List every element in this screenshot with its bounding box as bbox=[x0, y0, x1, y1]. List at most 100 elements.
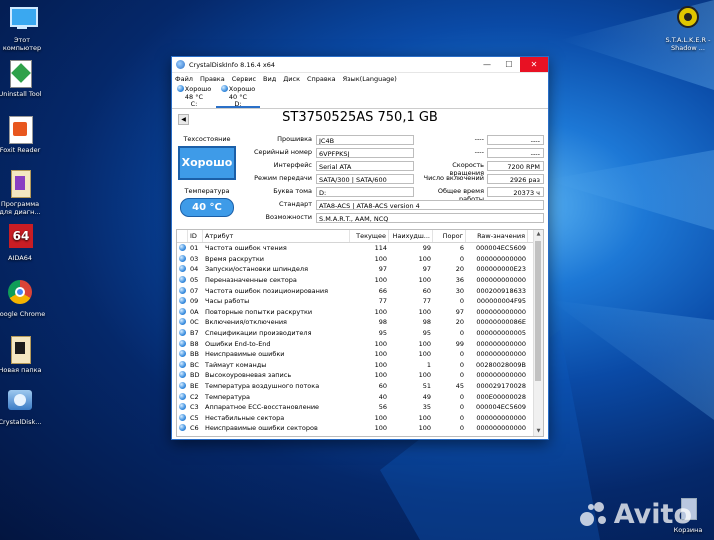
desktop-icon-label: AIDA64 bbox=[8, 254, 32, 262]
attr-worst: 51 bbox=[422, 382, 431, 391]
table-row[interactable]: 09 Часы работы 77 77 0 000000004F95 bbox=[177, 296, 543, 307]
attr-worst: 97 bbox=[422, 265, 431, 274]
status-panel: Техсостояние Хорошо Температура 40 °C bbox=[176, 135, 238, 217]
attr-threshold: 0 bbox=[459, 392, 464, 401]
header-worst[interactable]: Наихудш... bbox=[389, 230, 433, 242]
attr-worst: 49 bbox=[422, 392, 431, 401]
attr-current: 100 bbox=[374, 339, 387, 348]
attr-id: BB bbox=[190, 350, 199, 359]
table-row[interactable]: 01 Частота ошибок чтения 114 99 6 000004EC560… bbox=[177, 243, 543, 254]
table-row[interactable]: B8 Ошибки End-to-End 100 100 99 000000000000 bbox=[177, 338, 543, 349]
desktop-icon-foxit-reader[interactable]: Foxit Reader bbox=[0, 114, 46, 154]
standard-value: ATA8-ACS | ATA8-ACS version 4 bbox=[316, 200, 544, 210]
disk-letter: C: bbox=[190, 100, 198, 108]
attr-raw: 000000000000 bbox=[476, 413, 526, 422]
table-row[interactable]: BB Неисправимые ошибки 100 100 0 000000000000 bbox=[177, 349, 543, 360]
desktop-icon-diag-programs[interactable]: Программа для диагн... bbox=[0, 168, 46, 216]
table-scrollbar[interactable]: ▲ ▼ bbox=[533, 230, 543, 436]
attr-threshold: 0 bbox=[459, 371, 464, 380]
status-dot-cell bbox=[177, 424, 188, 432]
attr-worst: 1 bbox=[426, 360, 431, 369]
chrome-icon bbox=[5, 278, 35, 308]
attr-raw: 000029170028 bbox=[476, 382, 526, 391]
header-threshold[interactable]: Порог bbox=[433, 230, 466, 242]
disk-tab-c[interactable]: Хорошо 48 °C C: bbox=[172, 84, 216, 108]
disk-status: Хорошо bbox=[184, 85, 212, 93]
desktop-icon-aida64[interactable]: 64 AIDA64 bbox=[0, 222, 46, 262]
menu-file[interactable]: Файл bbox=[175, 75, 193, 83]
attr-worst: 100 bbox=[418, 413, 431, 422]
serial-value: 6VPFPKSJ bbox=[316, 148, 414, 158]
scrollbar-thumb[interactable] bbox=[535, 241, 541, 381]
status-dot-cell bbox=[177, 265, 188, 273]
menu-language[interactable]: Язык(Language) bbox=[343, 75, 397, 83]
menu-disk[interactable]: Диск bbox=[283, 75, 300, 83]
desktop-icon-label: Этот компьютер bbox=[2, 36, 42, 52]
attr-id: 01 bbox=[190, 244, 199, 253]
attr-raw: 000E00000028 bbox=[476, 392, 526, 401]
scroll-up-icon[interactable]: ▲ bbox=[534, 230, 543, 239]
attr-threshold: 0 bbox=[459, 424, 464, 433]
table-row[interactable]: 03 Время раскрутки 100 100 0 000000000000 bbox=[177, 254, 543, 265]
attr-threshold: 36 bbox=[455, 276, 464, 285]
desktop-icon-stalker[interactable]: S.T.A.L.K.E.R - Shadow ... bbox=[662, 4, 714, 52]
disk-tab-d[interactable]: Хорошо 40 °C D: bbox=[216, 84, 260, 108]
computer-icon bbox=[7, 4, 38, 34]
scroll-down-icon[interactable]: ▼ bbox=[534, 427, 543, 436]
volume-label: Буква тома bbox=[273, 187, 312, 195]
desktop-icon-new-folder[interactable]: Новая папка bbox=[0, 334, 46, 374]
table-row[interactable]: C5 Нестабильные сектора 100 100 0 00000000000… bbox=[177, 413, 543, 424]
attr-id: BD bbox=[190, 371, 200, 380]
attr-current: 97 bbox=[378, 265, 387, 274]
health-status-button[interactable]: Хорошо bbox=[178, 146, 236, 180]
power-count-label: Число включений bbox=[423, 174, 484, 182]
desktop-icon-uninstall-tool[interactable]: Uninstall Tool bbox=[0, 58, 46, 98]
desktop-icon-crystaldisk[interactable]: CrystalDisk... bbox=[0, 386, 46, 426]
interface-label: Интерфейс bbox=[273, 161, 312, 169]
attr-current: 60 bbox=[378, 382, 387, 391]
table-row[interactable]: 04 Запуски/остановки шпинделя 97 97 20 000000… bbox=[177, 264, 543, 275]
attr-worst: 100 bbox=[418, 339, 431, 348]
close-button[interactable]: ✕ bbox=[520, 57, 548, 72]
table-row[interactable]: 0C Включения/отключения 98 98 20 00000000086E bbox=[177, 317, 543, 328]
status-dot-cell bbox=[177, 403, 188, 411]
desktop-icon-google-chrome[interactable]: Google Chrome bbox=[0, 278, 46, 318]
minimize-button[interactable]: — bbox=[476, 57, 498, 72]
table-row[interactable]: 07 Частота ошибок позиционирования 66 60 30 0… bbox=[177, 285, 543, 296]
attr-worst: 100 bbox=[418, 307, 431, 316]
status-dot-icon bbox=[179, 403, 186, 411]
status-dot-cell bbox=[177, 413, 188, 422]
table-row[interactable]: BE Температура воздушного потока 60 51 45 000… bbox=[177, 381, 543, 392]
attr-current: 100 bbox=[374, 371, 387, 380]
attr-id: 04 bbox=[190, 265, 199, 274]
reserved-value-1: ---- bbox=[487, 135, 544, 145]
header-raw[interactable]: Raw-значения bbox=[466, 230, 528, 242]
attr-threshold: 20 bbox=[455, 265, 464, 274]
menu-edit[interactable]: Правка bbox=[200, 75, 225, 83]
header-current[interactable]: Текущее bbox=[350, 230, 389, 242]
interface-value: Serial ATA bbox=[316, 161, 414, 171]
desktop-icon-this-pc[interactable]: Этот компьютер bbox=[0, 4, 48, 52]
table-row[interactable]: 0A Повторные попытки раскрутки 100 100 97 000… bbox=[177, 307, 543, 318]
attr-raw: 000004EC5609 bbox=[475, 244, 526, 253]
title-bar[interactable]: CrystalDiskInfo 8.16.4 x64 — ☐ ✕ bbox=[172, 57, 548, 73]
table-row[interactable]: C6 Неисправимые ошибки секторов 100 100 0 000… bbox=[177, 423, 543, 434]
header-attribute[interactable]: Атрибут bbox=[203, 230, 350, 242]
status-dot-icon bbox=[179, 297, 186, 305]
attr-current: 66 bbox=[378, 286, 387, 295]
menu-help[interactable]: Справка bbox=[307, 75, 336, 83]
attr-name: Частота ошибок чтения bbox=[205, 244, 287, 253]
maximize-button[interactable]: ☐ bbox=[498, 57, 520, 72]
header-id[interactable]: ID bbox=[188, 230, 203, 242]
table-row[interactable]: BD Высокоуровневая запись 100 100 0 000000000… bbox=[177, 370, 543, 381]
menu-service[interactable]: Сервис bbox=[232, 75, 256, 83]
table-row[interactable]: C3 Аппаратное ECC-восстановление 56 35 0 0000… bbox=[177, 402, 543, 413]
desktop-icon-label: Foxit Reader bbox=[0, 146, 41, 154]
table-row[interactable]: B7 Спецификации производителя 95 95 0 0000000… bbox=[177, 328, 543, 339]
temperature-label: Температура bbox=[184, 187, 230, 195]
attr-raw: 000000000000 bbox=[476, 424, 526, 433]
table-row[interactable]: C2 Температура 40 49 0 000E00000028 bbox=[177, 391, 543, 402]
table-row[interactable]: 05 Переназначенные сектора 100 100 36 0000000… bbox=[177, 275, 543, 286]
table-row[interactable]: BC Таймаут команды 100 1 0 00280028009B bbox=[177, 360, 543, 371]
menu-view[interactable]: Вид bbox=[263, 75, 276, 83]
